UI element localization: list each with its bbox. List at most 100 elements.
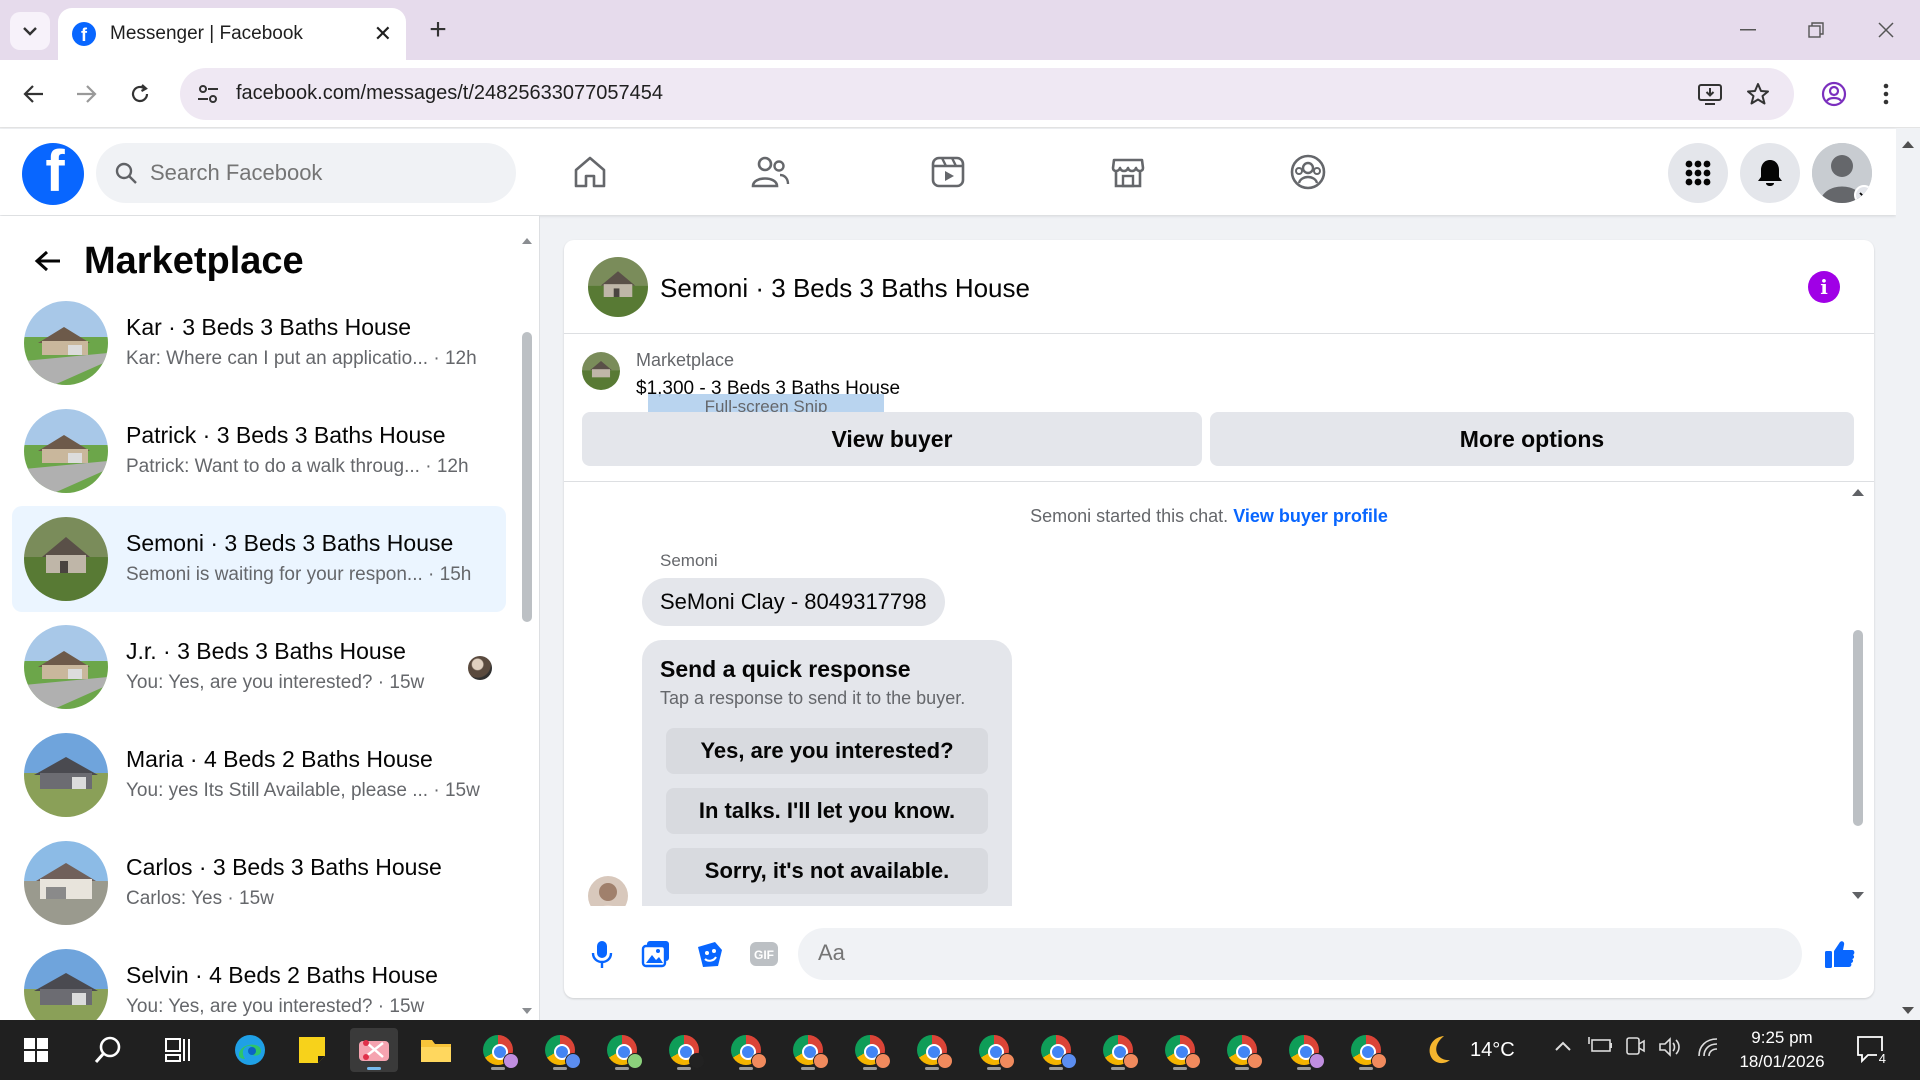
menu-button[interactable] — [1668, 143, 1728, 203]
url-text[interactable]: facebook.com/messages/t/2482563307705745… — [236, 82, 663, 105]
microphone-icon[interactable] — [582, 934, 622, 974]
nav-video[interactable] — [918, 147, 978, 197]
quick-response-option[interactable]: In talks. I'll let you know. — [666, 788, 988, 834]
system-clock[interactable]: 9:25 pm 18/01/2026 — [1734, 1026, 1830, 1074]
reload-button[interactable] — [118, 72, 162, 116]
like-thumb-icon[interactable] — [1820, 934, 1860, 974]
notification-center-button[interactable]: 4 — [1856, 1034, 1888, 1066]
profile-button[interactable] — [1812, 72, 1856, 116]
facebook-search[interactable] — [96, 143, 516, 203]
meet-now-icon[interactable] — [1624, 1036, 1646, 1063]
conversation-item-active[interactable]: Semoni · 3 Beds 3 Baths House Semoni is … — [12, 506, 506, 612]
taskbar-chrome[interactable] — [536, 1028, 584, 1072]
message-input[interactable] — [818, 940, 1718, 966]
taskbar-chrome[interactable] — [1156, 1028, 1204, 1072]
message-bubble[interactable]: SeMoni Clay - 8049317798 — [642, 578, 945, 626]
taskbar-chrome[interactable] — [1032, 1028, 1080, 1072]
search-input[interactable] — [150, 160, 470, 186]
taskbar-chrome[interactable] — [474, 1028, 522, 1072]
back-button[interactable] — [12, 72, 56, 116]
wifi-icon[interactable] — [1696, 1036, 1720, 1063]
photo-icon[interactable] — [636, 934, 676, 974]
scrollbar-thumb[interactable] — [1853, 630, 1863, 826]
info-icon[interactable]: i — [1808, 271, 1840, 303]
groups-icon — [1290, 154, 1326, 190]
taskbar-chrome[interactable] — [846, 1028, 894, 1072]
view-buyer-button[interactable]: View buyer — [582, 412, 1202, 466]
browser-menu-button[interactable] — [1864, 72, 1908, 116]
chat-listing-thumbnail[interactable] — [588, 257, 648, 317]
taskbar-chrome[interactable] — [598, 1028, 646, 1072]
notifications-button[interactable] — [1740, 143, 1800, 203]
conversation-item[interactable]: Carlos · 3 Beds 3 Baths House Carlos: Ye… — [12, 830, 506, 936]
tab-search-button[interactable] — [10, 12, 50, 50]
browser-toolbar: facebook.com/messages/t/2482563307705745… — [0, 60, 1920, 128]
nav-friends[interactable] — [740, 147, 800, 197]
install-app-icon[interactable] — [1696, 80, 1724, 108]
volume-icon[interactable] — [1658, 1036, 1682, 1063]
restore-button[interactable] — [1786, 10, 1846, 50]
chrome-icon — [1041, 1035, 1077, 1069]
taskbar-sticky-notes[interactable] — [288, 1028, 336, 1072]
more-options-button[interactable]: More options — [1210, 412, 1854, 466]
message-input-box[interactable] — [798, 928, 1802, 980]
browser-tab-bar: f Messenger | Facebook ✕ + — [0, 0, 1920, 60]
sidebar-scrollbar[interactable] — [520, 236, 534, 1016]
new-tab-button[interactable]: + — [420, 12, 456, 48]
close-window-button[interactable] — [1856, 10, 1916, 50]
view-buyer-profile-link[interactable]: View buyer profile — [1233, 506, 1388, 526]
conversation-item[interactable]: Maria · 4 Beds 2 Baths House You: yes It… — [12, 722, 506, 828]
page-scrollbar[interactable] — [1896, 129, 1920, 1020]
marketplace-icon — [1111, 158, 1145, 188]
site-info-icon[interactable] — [194, 80, 222, 108]
sticker-icon[interactable] — [690, 934, 730, 974]
nav-groups[interactable] — [1278, 147, 1338, 197]
nav-home[interactable] — [560, 147, 620, 197]
chrome-icon — [1103, 1035, 1139, 1069]
more-vertical-icon — [1883, 83, 1889, 105]
taskbar-snipping-tool[interactable] — [350, 1028, 398, 1072]
account-avatar[interactable] — [1812, 143, 1872, 203]
chat-title[interactable]: Semoni · 3 Beds 3 Baths House — [660, 273, 1030, 304]
back-arrow-button[interactable] — [28, 241, 68, 281]
taskbar-chrome[interactable] — [1342, 1028, 1390, 1072]
address-bar[interactable]: facebook.com/messages/t/2482563307705745… — [180, 68, 1794, 120]
taskbar-chrome[interactable] — [722, 1028, 770, 1072]
sender-name: Semoni — [660, 551, 718, 570]
weather-widget[interactable]: 14°C — [1422, 1030, 1515, 1070]
tab-close-icon[interactable]: ✕ — [374, 21, 392, 47]
taskbar-chrome[interactable] — [1280, 1028, 1328, 1072]
conversation-item[interactable]: J.r. · 3 Beds 3 Baths House You: Yes, ar… — [12, 614, 506, 720]
task-view-button[interactable] — [154, 1028, 202, 1072]
taskbar-chrome[interactable] — [660, 1028, 708, 1072]
tray-chevron-icon[interactable] — [1554, 1036, 1572, 1057]
search-button[interactable] — [84, 1028, 132, 1072]
scrollbar-thumb[interactable] — [522, 332, 532, 622]
gif-icon[interactable]: GIF — [744, 934, 784, 974]
bookmark-star-icon[interactable] — [1744, 80, 1772, 108]
facebook-logo[interactable]: f — [22, 143, 84, 205]
battery-icon[interactable] — [1588, 1036, 1614, 1059]
taskbar-chrome[interactable] — [1218, 1028, 1266, 1072]
sender-avatar[interactable] — [588, 876, 628, 906]
conversation-item[interactable]: Selvin · 4 Beds 2 Baths House You: Yes, … — [12, 938, 506, 1020]
forward-button[interactable] — [64, 72, 108, 116]
taskbar-chrome[interactable] — [784, 1028, 832, 1072]
clock-time: 9:25 pm — [1751, 1028, 1813, 1047]
taskbar-file-explorer[interactable] — [412, 1028, 460, 1072]
taskbar-chrome[interactable] — [1094, 1028, 1142, 1072]
conversation-item[interactable]: Kar · 3 Beds 3 Baths House Kar: Where ca… — [12, 290, 506, 396]
running-indicator — [739, 1067, 753, 1070]
minimize-button[interactable] — [1718, 10, 1778, 50]
quick-response-option[interactable]: Yes, are you interested? — [666, 728, 988, 774]
taskbar-chrome[interactable] — [908, 1028, 956, 1072]
browser-tab[interactable]: f Messenger | Facebook ✕ — [58, 8, 406, 60]
start-button[interactable] — [12, 1028, 60, 1072]
running-indicator — [1235, 1067, 1249, 1070]
chat-scrollbar[interactable] — [1848, 482, 1868, 902]
taskbar-edge[interactable] — [226, 1028, 274, 1072]
quick-response-option[interactable]: Sorry, it's not available. — [666, 848, 988, 894]
nav-marketplace[interactable] — [1098, 147, 1158, 197]
taskbar-chrome[interactable] — [970, 1028, 1018, 1072]
conversation-item[interactable]: Patrick · 3 Beds 3 Baths House Patrick: … — [12, 398, 506, 504]
